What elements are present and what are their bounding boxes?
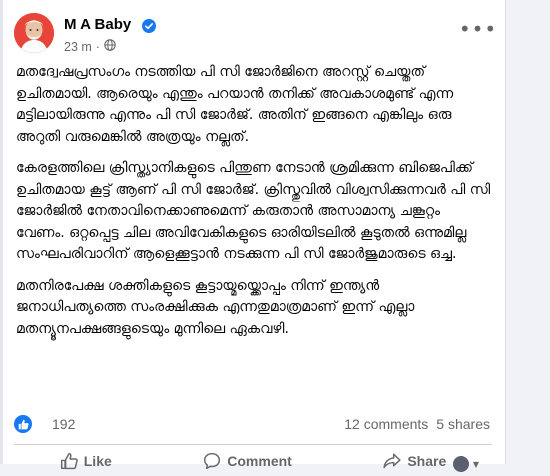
like-button[interactable]: Like xyxy=(50,452,122,470)
share-icon xyxy=(383,452,401,470)
divider xyxy=(14,444,492,445)
shares-count[interactable]: 5 shares xyxy=(436,416,490,432)
like-icon xyxy=(60,452,78,470)
feed-rail xyxy=(0,0,3,464)
reaction-count[interactable]: 192 xyxy=(52,416,75,432)
comment-button[interactable]: Comment xyxy=(193,452,302,470)
post-meta: 23 m · xyxy=(64,39,116,54)
chevron-down-icon[interactable]: ▼ xyxy=(473,460,479,469)
comment-icon xyxy=(203,452,221,470)
post-time[interactable]: 23 m xyxy=(64,40,92,54)
comment-label: Comment xyxy=(227,453,292,469)
post-paragraph-1: മതദ്വേഷപ്രസംഗം നടത്തിയ പി സി ജോർജിനെ അറസ… xyxy=(16,64,454,145)
engagement-stats: 12 comments 5 shares xyxy=(344,416,490,432)
post-body: മതദ്വേഷപ്രസംഗം നടത്തിയ പി സി ജോർജിനെ അറസ… xyxy=(16,62,492,350)
post-paragraph-3: മതനിരപേക്ഷ ശക്തികളുടെ കൂട്ടായ്മയ്ക്കൊപ്പ… xyxy=(16,277,415,337)
comments-count[interactable]: 12 comments xyxy=(344,416,428,432)
share-label: Share xyxy=(407,453,447,469)
post-paragraph-2: കേരളത്തിലെ ക്രിസ്ത്യാനികളുടെ പിന്തുണ നേട… xyxy=(16,160,491,262)
avatar[interactable] xyxy=(14,13,54,53)
post-card: M A Baby 23 m · ••• മതദ്വേഷപ്രസംഗം നടത്ത… xyxy=(0,0,506,472)
like-label: Like xyxy=(83,453,112,469)
post-header: M A Baby 23 m · ••• xyxy=(14,13,496,59)
share-button[interactable]: Share xyxy=(373,452,456,470)
like-reaction-icon[interactable] xyxy=(14,415,32,433)
separator-dot: · xyxy=(95,39,100,54)
author-name[interactable]: M A Baby xyxy=(64,16,131,33)
viewer-avatar[interactable] xyxy=(453,456,469,472)
post-actions: Like Comment Share xyxy=(14,452,492,476)
globe-icon xyxy=(104,39,116,54)
verified-badge-icon xyxy=(142,18,156,33)
more-options-icon[interactable]: ••• xyxy=(459,19,496,39)
reactions-bar: 192 12 comments 5 shares xyxy=(14,414,492,434)
